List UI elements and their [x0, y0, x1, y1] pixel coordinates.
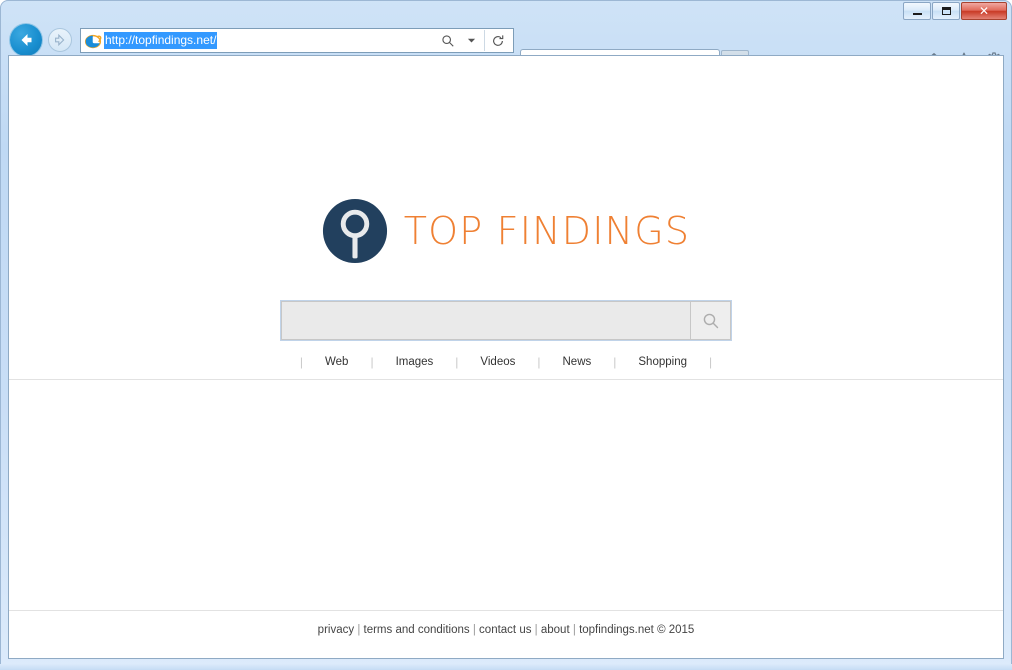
page-footer: privacy | terms and conditions | contact… — [9, 624, 1003, 636]
footer-link-terms[interactable]: terms and conditions — [364, 624, 470, 636]
maximize-button[interactable] — [932, 2, 960, 20]
nav-link-videos[interactable]: Videos — [458, 356, 537, 368]
nav-separator: | — [709, 355, 713, 369]
address-tools-divider — [484, 30, 485, 51]
browser-window: ✕ http://topfindings.net/ TOP FINDINGS |… — [0, 0, 1012, 670]
search-row — [9, 301, 1003, 340]
hero-section: TOP FINDINGS | Web | Images | Videos | N… — [9, 56, 1003, 380]
search-icon[interactable] — [438, 30, 458, 51]
address-bar[interactable]: http://topfindings.net/ — [80, 28, 514, 53]
magnifier-logo-icon — [322, 198, 387, 264]
title-bar: ✕ — [0, 0, 1012, 22]
footer-link-contact[interactable]: contact us — [479, 624, 531, 636]
nav-link-web[interactable]: Web — [303, 356, 370, 368]
address-bar-tools — [438, 30, 513, 51]
minimize-button[interactable] — [903, 2, 931, 20]
forward-arrow-icon — [55, 33, 65, 47]
footer-separator: | — [472, 624, 476, 636]
content-divider-bottom — [9, 610, 1003, 611]
back-button[interactable] — [10, 24, 42, 56]
footer-copyright: topfindings.net © 2015 — [579, 624, 695, 636]
window-controls: ✕ — [903, 2, 1007, 20]
close-icon: ✕ — [978, 4, 990, 18]
maximize-icon — [941, 7, 951, 15]
footer-link-privacy[interactable]: privacy — [318, 624, 354, 636]
internet-explorer-icon — [84, 34, 102, 48]
content-divider-top — [9, 379, 1003, 380]
window-bottom-edge — [0, 664, 1012, 670]
footer-separator: | — [357, 624, 361, 636]
footer-separator: | — [572, 624, 576, 636]
footer-link-about[interactable]: about — [541, 624, 570, 636]
back-arrow-icon — [21, 34, 32, 46]
page-viewport: TOP FINDINGS | Web | Images | Videos | N… — [8, 55, 1004, 659]
close-button[interactable]: ✕ — [961, 2, 1007, 20]
minimize-icon — [912, 12, 922, 15]
footer-separator: | — [534, 624, 538, 636]
nav-link-news[interactable]: News — [541, 356, 614, 368]
chevron-down-icon[interactable] — [461, 30, 481, 51]
refresh-icon[interactable] — [488, 30, 508, 51]
search-box — [281, 301, 731, 340]
site-logo[interactable]: TOP FINDINGS — [9, 198, 1003, 264]
search-input[interactable] — [281, 301, 690, 340]
category-nav: | Web | Images | Videos | News | Shoppin… — [9, 355, 1003, 369]
search-icon — [703, 313, 718, 328]
address-url-text: http://topfindings.net/ — [104, 32, 218, 49]
nav-link-shopping[interactable]: Shopping — [616, 356, 709, 368]
forward-button[interactable] — [48, 28, 72, 52]
site-logo-text: TOP FINDINGS — [403, 209, 691, 253]
nav-link-images[interactable]: Images — [374, 356, 456, 368]
navigation-bar: http://topfindings.net/ — [0, 22, 1012, 78]
search-button[interactable] — [690, 301, 731, 340]
